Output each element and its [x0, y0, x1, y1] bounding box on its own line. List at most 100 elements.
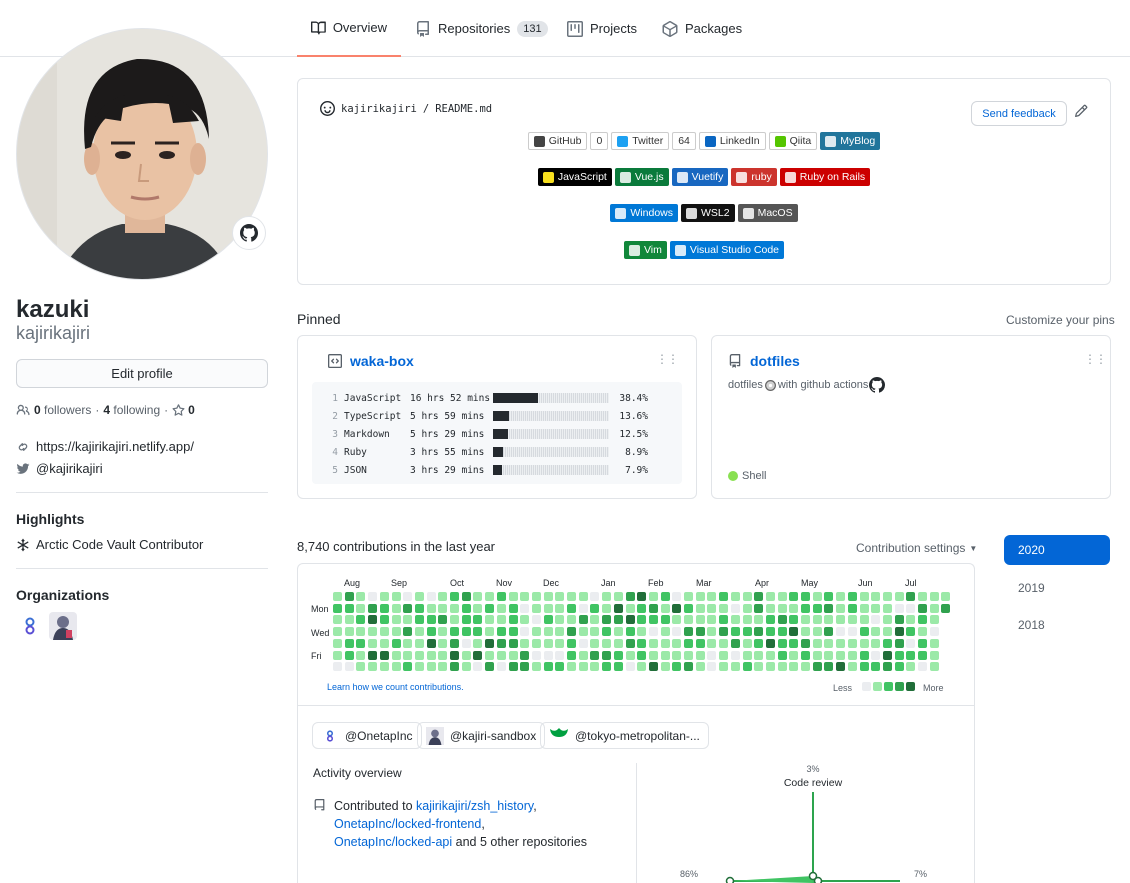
badge-ruby-on-rails[interactable]: Ruby on Rails [779, 168, 871, 186]
repo-link-locked-frontend[interactable]: OnetapInc/locked-frontend [334, 817, 481, 831]
calendar-day[interactable] [426, 662, 436, 672]
calendar-day[interactable] [555, 627, 565, 637]
tab-overview[interactable]: Overview [297, 0, 401, 57]
calendar-day[interactable] [859, 627, 869, 637]
calendar-day[interactable] [742, 638, 752, 648]
calendar-day[interactable] [531, 650, 541, 660]
calendar-day[interactable] [929, 615, 939, 625]
calendar-day[interactable] [426, 638, 436, 648]
calendar-day[interactable] [391, 638, 401, 648]
calendar-day[interactable] [742, 627, 752, 637]
badge-ruby[interactable]: ruby [731, 168, 777, 186]
calendar-day[interactable] [344, 592, 354, 601]
calendar-day[interactable] [344, 627, 354, 637]
calendar-day[interactable] [485, 615, 495, 625]
calendar-day[interactable] [894, 603, 904, 613]
calendar-day[interactable] [414, 615, 424, 625]
calendar-day[interactable] [496, 592, 506, 601]
calendar-day[interactable] [765, 650, 775, 660]
calendar-day[interactable] [836, 603, 846, 613]
calendar-day[interactable] [426, 627, 436, 637]
calendar-day[interactable] [836, 638, 846, 648]
calendar-day[interactable] [368, 603, 378, 613]
calendar-day[interactable] [719, 638, 729, 648]
calendar-day[interactable] [485, 603, 495, 613]
calendar-day[interactable] [391, 615, 401, 625]
calendar-day[interactable] [730, 615, 740, 625]
calendar-day[interactable] [777, 638, 787, 648]
calendar-day[interactable] [461, 615, 471, 625]
calendar-day[interactable] [602, 638, 612, 648]
calendar-day[interactable] [590, 615, 600, 625]
calendar-day[interactable] [684, 592, 693, 601]
calendar-day[interactable] [882, 592, 892, 601]
calendar-day[interactable] [765, 638, 775, 648]
calendar-day[interactable] [918, 592, 927, 601]
calendar-day[interactable] [438, 603, 448, 613]
calendar-day[interactable] [765, 603, 775, 613]
calendar-day[interactable] [660, 592, 670, 601]
calendar-day[interactable] [707, 650, 717, 660]
calendar-day[interactable] [882, 615, 892, 625]
send-feedback-button[interactable]: Send feedback [971, 101, 1067, 126]
calendar-day[interactable] [812, 627, 822, 637]
calendar-day[interactable] [344, 615, 354, 625]
calendar-day[interactable] [356, 615, 366, 625]
calendar-day[interactable] [894, 592, 904, 601]
calendar-day[interactable] [707, 662, 717, 672]
repo-link-locked-api[interactable]: OnetapInc/locked-api [334, 835, 452, 849]
calendar-day[interactable] [648, 615, 658, 625]
calendar-day[interactable] [906, 615, 916, 625]
calendar-day[interactable] [567, 603, 576, 613]
calendar-day[interactable] [520, 627, 530, 637]
calendar-day[interactable] [906, 662, 916, 672]
calendar-day[interactable] [719, 615, 729, 625]
following-link[interactable]: 4 following [103, 403, 160, 417]
calendar-day[interactable] [660, 627, 670, 637]
calendar-day[interactable] [754, 650, 764, 660]
calendar-day[interactable] [918, 650, 927, 660]
followers-link[interactable]: 0 followers [34, 403, 91, 417]
calendar-day[interactable] [882, 662, 892, 672]
calendar-day[interactable] [438, 638, 448, 648]
calendar-day[interactable] [344, 638, 354, 648]
pencil-icon[interactable] [1074, 104, 1088, 118]
stars-link[interactable]: 0 [172, 403, 195, 417]
calendar-day[interactable] [461, 650, 471, 660]
calendar-day[interactable] [625, 627, 635, 637]
calendar-day[interactable] [543, 662, 553, 672]
calendar-day[interactable] [333, 650, 342, 660]
calendar-day[interactable] [450, 650, 459, 660]
calendar-day[interactable] [730, 650, 740, 660]
calendar-day[interactable] [859, 662, 869, 672]
calendar-day[interactable] [356, 592, 366, 601]
calendar-day[interactable] [578, 627, 588, 637]
calendar-day[interactable] [672, 662, 682, 672]
calendar-day[interactable] [777, 615, 787, 625]
calendar-day[interactable] [695, 650, 705, 660]
badge-myblog[interactable]: MyBlog [820, 132, 881, 150]
calendar-day[interactable] [613, 592, 623, 601]
calendar-day[interactable] [648, 650, 658, 660]
calendar-day[interactable] [660, 650, 670, 660]
calendar-day[interactable] [801, 592, 810, 601]
calendar-day[interactable] [555, 662, 565, 672]
calendar-day[interactable] [754, 627, 764, 637]
calendar-day[interactable] [333, 603, 342, 613]
calendar-day[interactable] [403, 615, 413, 625]
calendar-day[interactable] [894, 650, 904, 660]
calendar-day[interactable] [555, 615, 565, 625]
calendar-day[interactable] [684, 603, 693, 613]
calendar-day[interactable] [602, 603, 612, 613]
calendar-day[interactable] [789, 650, 799, 660]
calendar-day[interactable] [391, 592, 401, 601]
calendar-day[interactable] [847, 615, 857, 625]
org-filter-onetap[interactable]: @OnetapInc [312, 722, 422, 749]
calendar-day[interactable] [695, 603, 705, 613]
calendar-day[interactable] [871, 650, 881, 660]
calendar-day[interactable] [637, 662, 647, 672]
calendar-day[interactable] [836, 627, 846, 637]
calendar-day[interactable] [578, 638, 588, 648]
calendar-day[interactable] [871, 615, 881, 625]
calendar-day[interactable] [508, 592, 518, 601]
